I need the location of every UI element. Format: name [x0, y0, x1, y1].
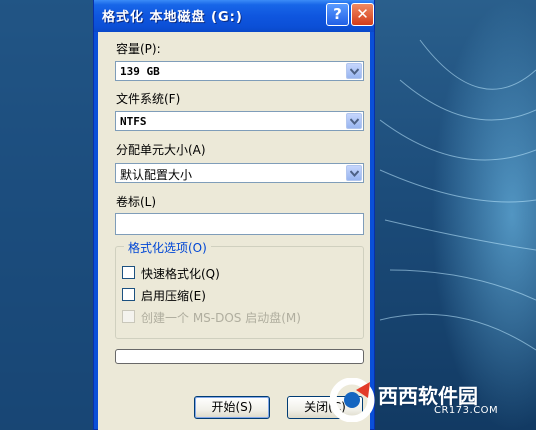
compression-label[interactable]: 启用压缩(E): [141, 287, 206, 304]
allocation-label: 分配单元大小(A): [116, 143, 206, 157]
chevron-down-icon[interactable]: [346, 63, 362, 79]
msdos-boot-label: 创建一个 MS-DOS 启动盘(M): [141, 311, 301, 325]
close-window-button[interactable]: ✕: [351, 3, 374, 26]
compression-checkbox[interactable]: [122, 288, 135, 301]
format-options-title: 格式化选项(O): [124, 239, 211, 256]
dialog-body: 容量(P): 139 GB 文件系统(F) NTFS 分配单元大小(A) 默认配…: [98, 32, 370, 430]
volume-label: 卷标(L): [116, 195, 157, 209]
window-title: 格式化 本地磁盘 (G:): [102, 10, 243, 25]
quick-format-label[interactable]: 快速格式化(Q): [141, 265, 220, 282]
start-button[interactable]: 开始(S): [194, 396, 270, 419]
capacity-select[interactable]: 139 GB: [115, 61, 364, 81]
title-bar[interactable]: 格式化 本地磁盘 (G:) ? ✕: [94, 0, 374, 32]
allocation-value: 默认配置大小: [120, 168, 193, 182]
watermark-logo-icon: [330, 378, 375, 422]
quick-format-checkbox[interactable]: [122, 266, 135, 279]
filesystem-value: NTFS: [120, 115, 147, 128]
format-options-group: 格式化选项(O) 快速格式化(Q) 启用压缩(E) 创建一个 MS-DOS 启动…: [115, 239, 364, 339]
volume-label-input[interactable]: [115, 213, 364, 235]
watermark-url: CR173.COM: [434, 405, 499, 416]
capacity-value: 139 GB: [120, 65, 160, 78]
close-icon: ✕: [356, 5, 369, 23]
msdos-boot-checkbox: [122, 310, 135, 323]
allocation-select[interactable]: 默认配置大小: [115, 163, 364, 183]
filesystem-select[interactable]: NTFS: [115, 111, 364, 131]
format-progress-bar: [115, 349, 364, 364]
chevron-down-icon[interactable]: [346, 113, 362, 129]
filesystem-label: 文件系统(F): [116, 92, 181, 106]
help-button[interactable]: ?: [326, 3, 349, 26]
format-dialog: 格式化 本地磁盘 (G:) ? ✕ 容量(P): 139 GB 文件系统(F) …: [93, 0, 375, 430]
site-watermark: 西西软件园 CR173.COM: [330, 376, 530, 424]
chevron-down-icon[interactable]: [346, 165, 362, 181]
help-icon: ?: [333, 5, 342, 23]
capacity-label: 容量(P):: [116, 42, 161, 56]
